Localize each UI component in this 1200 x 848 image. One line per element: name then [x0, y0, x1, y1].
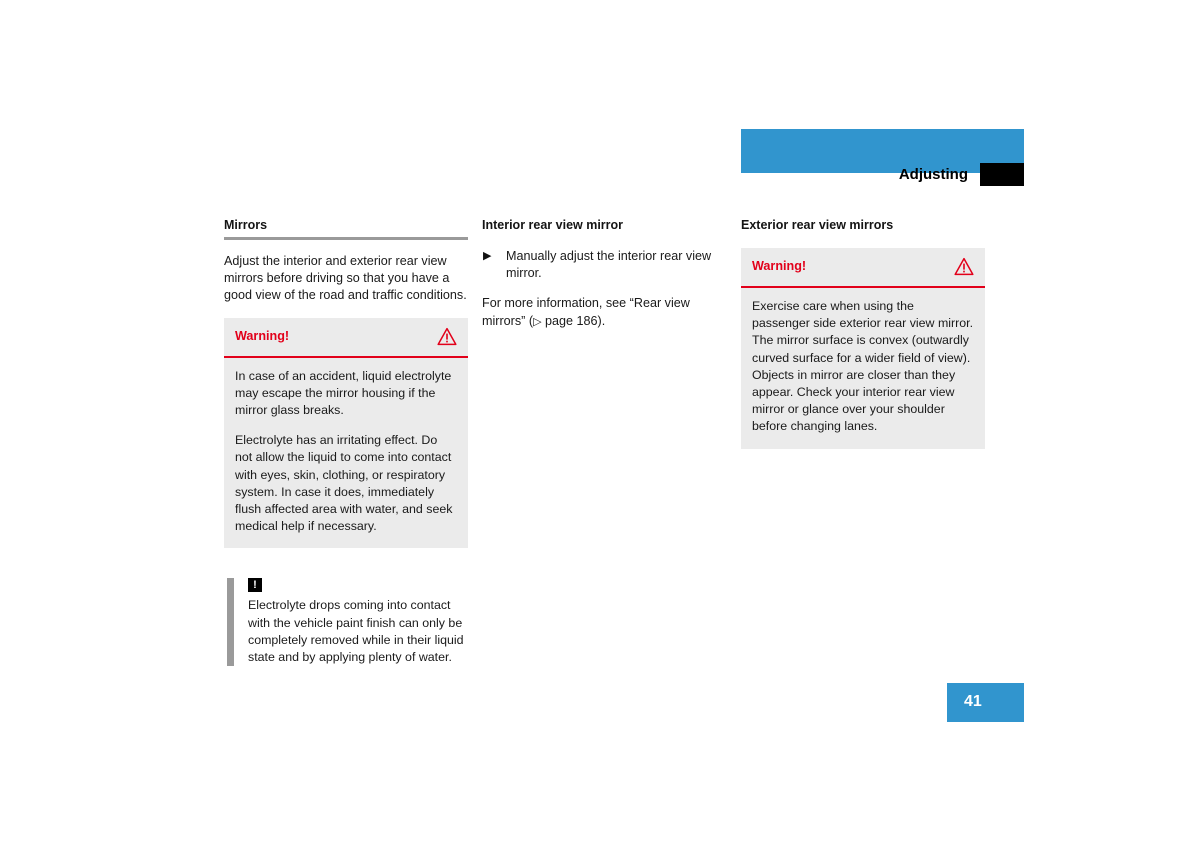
mirrors-intro-paragraph: Adjust the interior and exterior rear vi…	[224, 254, 467, 303]
running-header-sub-row: Adjusting	[741, 163, 1024, 187]
triangle-bullet-icon: ▶	[483, 250, 492, 262]
note-text: Electrolyte drops coming into contact wi…	[248, 598, 464, 665]
exclamation-note-icon: !	[248, 578, 262, 593]
heading-rule	[224, 237, 468, 240]
heading-spacer	[741, 237, 985, 248]
warning-box-convex-mirror: Warning! Exercise care when using the pa…	[741, 248, 985, 449]
section-heading-exterior-rear-view-mirrors: Exterior rear view mirrors	[741, 218, 894, 232]
running-header-chapter-title: Adjusting	[898, 166, 968, 183]
warning-title: Warning!	[752, 259, 807, 273]
content-column-left: Mirrors Adjust the interior and exterior…	[224, 218, 468, 667]
page-number-label: 41	[964, 693, 982, 710]
warning-title: Warning!	[235, 328, 290, 343]
section-heading-mirrors: Mirrors	[224, 218, 268, 232]
warning-body: Exercise care when using the passenger s…	[741, 288, 985, 449]
page-number-box: 41	[947, 683, 1024, 722]
note-accent-bar	[227, 578, 234, 667]
warning-paragraph: In case of an accident, liquid electroly…	[235, 368, 452, 418]
warning-header: Warning!	[741, 248, 985, 286]
list-item: ▶ Manually adjust the interior rear view…	[482, 248, 726, 282]
warning-triangle-icon	[954, 257, 974, 276]
running-header-section-title: Getting started	[1053, 11, 1172, 29]
warning-box-electrolyte: Warning! In case of an accident, liquid …	[224, 317, 468, 549]
heading-spacer	[482, 237, 726, 248]
chapter-tab-marker-icon	[980, 163, 1024, 186]
note-box-paint-finish: ! Electrolyte drops coming into contact …	[224, 578, 468, 667]
warning-paragraph: Electrolyte has an irritating effect. Do…	[235, 433, 453, 534]
section-heading-interior-rear-view-mirror: Interior rear view mirror	[482, 218, 624, 232]
instruction-list: ▶ Manually adjust the interior rear view…	[482, 248, 726, 282]
content-column-middle: Interior rear view mirror ▶ Manually adj…	[482, 218, 726, 331]
list-item-label: Manually adjust the interior rear view m…	[506, 249, 712, 281]
crossref-triangle-icon: ▷	[533, 315, 542, 328]
crossref-page-text: page 186).	[541, 313, 606, 328]
crossref-paragraph: For more information, see “Rear view mir…	[482, 295, 726, 330]
warning-paragraph: Exercise care when using the passenger s…	[752, 299, 974, 434]
warning-body: In case of an accident, liquid electroly…	[224, 358, 468, 549]
content-column-right: Exterior rear view mirrors Warning! Exer…	[741, 218, 985, 479]
warning-header: Warning!	[224, 318, 468, 356]
warning-triangle-icon	[437, 327, 457, 346]
